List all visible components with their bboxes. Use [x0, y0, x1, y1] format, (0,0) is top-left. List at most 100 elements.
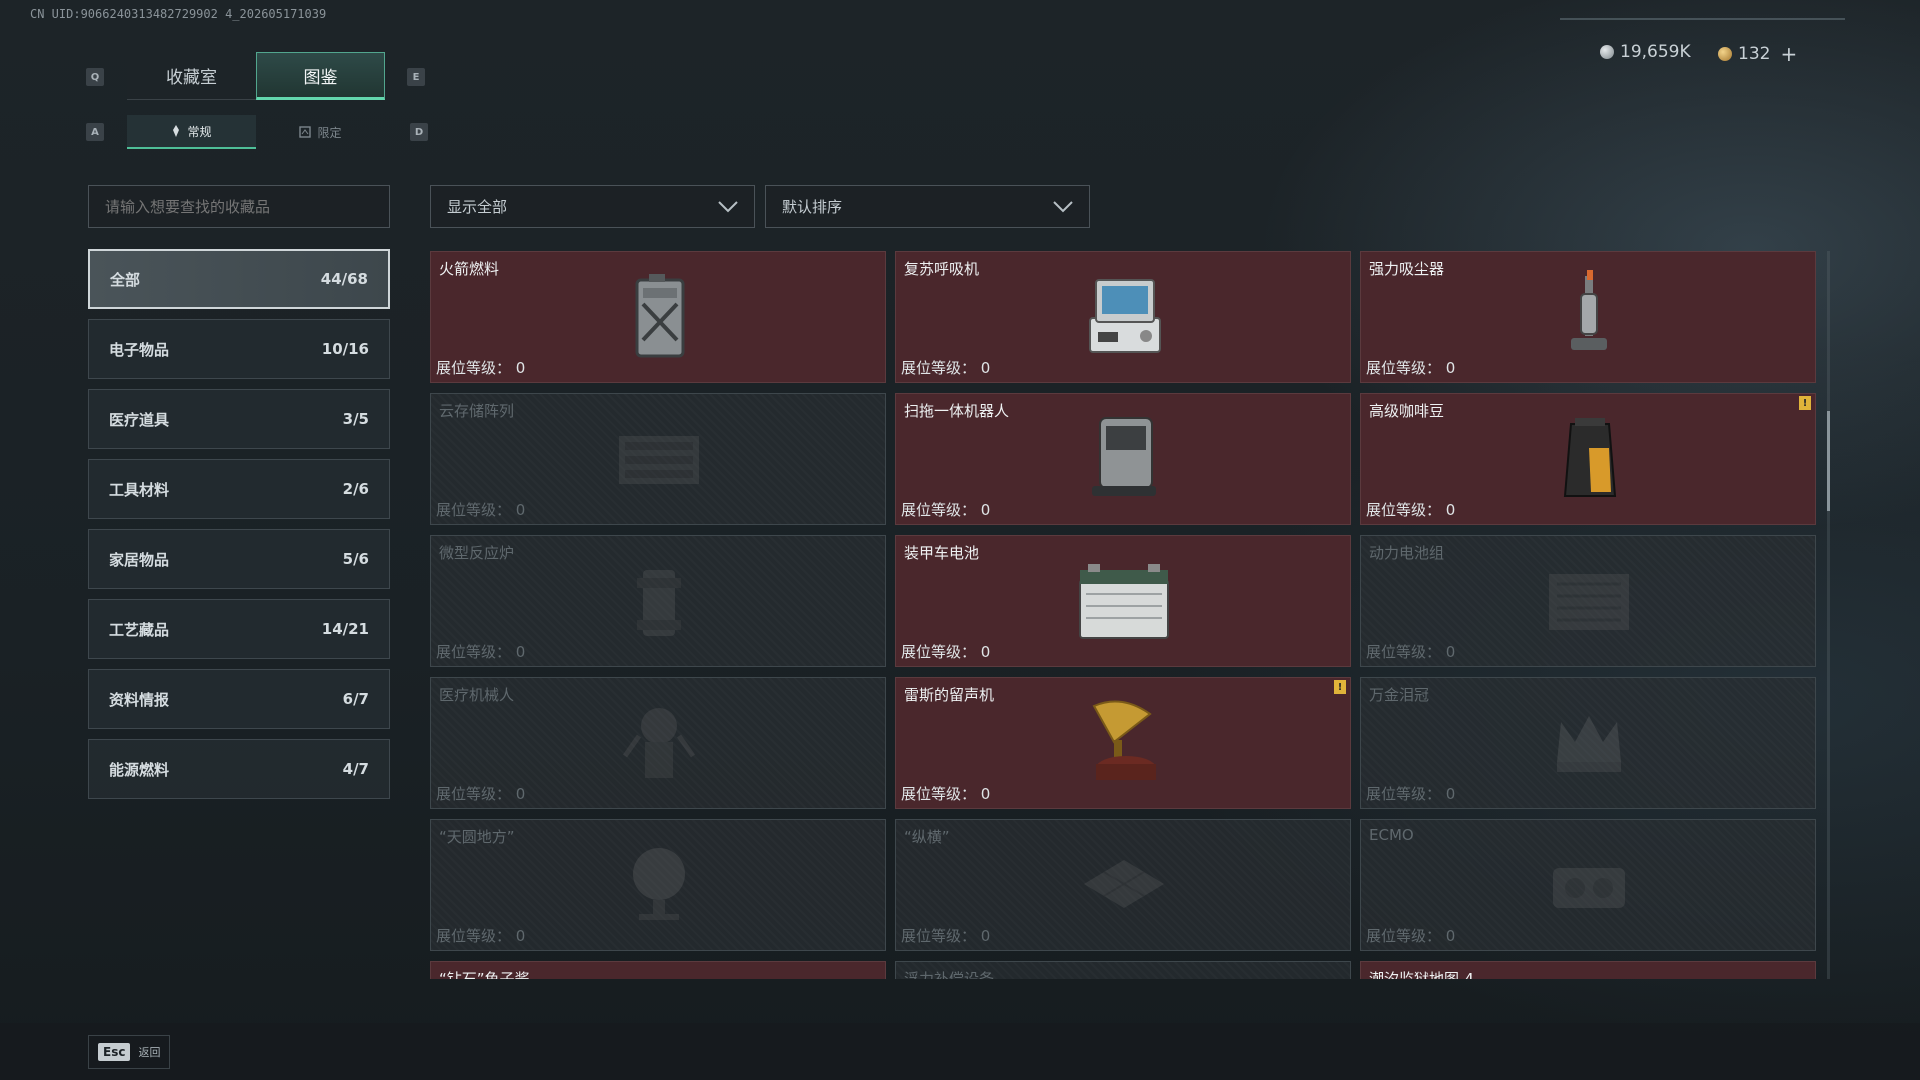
- category-household[interactable]: 家居物品 5/6: [88, 529, 390, 589]
- silver-coin-icon: [1600, 45, 1614, 59]
- sort-dropdown[interactable]: 默认排序: [765, 185, 1090, 228]
- top-divider: [1560, 18, 1845, 20]
- filter-show-dropdown[interactable]: 显示全部: [430, 185, 755, 228]
- item-card[interactable]: 浮力补偿设备: [895, 961, 1351, 979]
- item-grid: 火箭燃料 展位等级： 0 复苏呼吸机 展位等级： 0 强力吸尘器 展位等级： 0 云存储阵列…: [430, 251, 1818, 979]
- gramophone-icon: [1092, 700, 1156, 780]
- grid-scrollbar[interactable]: [1827, 251, 1830, 979]
- item-card[interactable]: 医疗机械人展位等级： 0: [430, 677, 886, 809]
- item-card[interactable]: 云存储阵列 展位等级： 0: [430, 393, 886, 525]
- bottom-bar: [0, 1023, 1920, 1080]
- main-tabs: 收藏室 图鉴: [127, 52, 385, 100]
- chevron-down-icon: [718, 200, 738, 212]
- item-name: “钻石”鱼子酱: [439, 970, 530, 979]
- ecmo-icon: [1553, 868, 1625, 908]
- scrollbar-thumb[interactable]: [1827, 411, 1830, 511]
- category-count: 4/7: [342, 760, 369, 778]
- item-card[interactable]: “纵横” 展位等级： 0: [895, 819, 1351, 951]
- battery-icon: [1079, 564, 1169, 639]
- category-label: 家居物品: [109, 550, 170, 569]
- item-card[interactable]: 火箭燃料 展位等级： 0: [430, 251, 886, 383]
- storage-array-icon: [619, 436, 699, 484]
- item-card[interactable]: 强力吸尘器 展位等级： 0: [1360, 251, 1816, 383]
- item-level: 展位等级： 0: [1366, 359, 1456, 377]
- back-button[interactable]: Esc 返回: [88, 1035, 170, 1069]
- item-name: 医疗机械人: [439, 686, 515, 704]
- tab-collection-room[interactable]: 收藏室: [127, 52, 256, 100]
- category-label: 医疗道具: [109, 410, 170, 429]
- tab-catalog[interactable]: 图鉴: [256, 52, 385, 100]
- item-level: 展位等级： 0: [901, 927, 991, 945]
- item-level: 展位等级： 0: [436, 785, 526, 803]
- item-name: “天圆地方”: [439, 828, 515, 846]
- category-count: 5/6: [342, 550, 369, 568]
- category-count: 3/5: [342, 410, 369, 428]
- item-card[interactable]: 潮汐监狱地图-4: [1360, 961, 1816, 979]
- key-hint-a: A: [86, 123, 104, 141]
- item-card[interactable]: 复苏呼吸机展位等级： 0: [895, 251, 1351, 383]
- item-name: 浮力补偿设备: [904, 970, 995, 979]
- item-level: 展位等级： 0: [436, 359, 526, 377]
- category-label: 能源燃料: [109, 760, 170, 779]
- category-intel[interactable]: 资料情报 6/7: [88, 669, 390, 729]
- category-energy[interactable]: 能源燃料 4/7: [88, 739, 390, 799]
- item-card[interactable]: 雷斯的留声机 展位等级： 0!: [895, 677, 1351, 809]
- board-icon: [1084, 860, 1164, 908]
- category-label: 全部: [110, 270, 141, 289]
- category-crafts[interactable]: 工艺藏品 14/21: [88, 599, 390, 659]
- warning-icon: !: [1799, 396, 1811, 410]
- category-label: 电子物品: [109, 340, 170, 359]
- sub-tabs: 常规 限定: [127, 115, 385, 149]
- bcd-icon: [1074, 976, 1174, 979]
- item-name: 扫拖一体机器人: [904, 402, 1010, 420]
- item-card[interactable]: 万金泪冠 展位等级： 0: [1360, 677, 1816, 809]
- subtab-limited[interactable]: 限定: [256, 115, 385, 149]
- globe-icon: [633, 848, 685, 920]
- add-gold-button[interactable]: +: [1780, 42, 1797, 66]
- medical-robot-icon: [622, 708, 696, 778]
- silver-currency: 19,659K: [1600, 42, 1691, 62]
- item-name: 万金泪冠: [1369, 686, 1430, 704]
- item-name: 微型反应炉: [439, 544, 515, 562]
- item-name: 复苏呼吸机: [904, 260, 980, 278]
- subtab-regular[interactable]: 常规: [127, 115, 256, 149]
- item-level: 展位等级： 0: [1366, 927, 1456, 945]
- item-card[interactable]: ECMO 展位等级： 0: [1360, 819, 1816, 951]
- category-label: 资料情报: [109, 690, 170, 709]
- item-card[interactable]: 高级咖啡豆 展位等级： 0!: [1360, 393, 1816, 525]
- item-card[interactable]: 装甲车电池 展位等级： 0: [895, 535, 1351, 667]
- esc-key: Esc: [98, 1043, 131, 1061]
- item-level: 展位等级： 0: [901, 359, 991, 377]
- key-hint-q: Q: [86, 68, 104, 86]
- item-card[interactable]: 微型反应炉展位等级： 0: [430, 535, 886, 667]
- item-level: 展位等级： 0: [436, 501, 526, 519]
- category-medical[interactable]: 医疗道具 3/5: [88, 389, 390, 449]
- gold-coin-icon: [1718, 47, 1732, 61]
- back-label: 返回: [138, 1046, 161, 1059]
- category-all[interactable]: 全部 44/68: [88, 249, 390, 309]
- item-name: 雷斯的留声机: [904, 686, 995, 704]
- crown-icon: [1557, 716, 1621, 772]
- fuel-can-icon: [635, 274, 685, 358]
- item-level: 展位等级： 0: [436, 643, 526, 661]
- robot-mop-icon: [1092, 417, 1156, 496]
- category-count: 14/21: [321, 620, 369, 638]
- item-card[interactable]: 扫拖一体机器人 展位等级： 0: [895, 393, 1351, 525]
- gold-currency: 132 +: [1718, 42, 1797, 66]
- category-electronics[interactable]: 电子物品 10/16: [88, 319, 390, 379]
- item-name: 潮汐监狱地图-4: [1369, 970, 1474, 979]
- warning-icon: !: [1334, 680, 1346, 694]
- category-count: 44/68: [320, 270, 368, 288]
- search-input[interactable]: [88, 185, 390, 228]
- item-card[interactable]: “钻石”鱼子酱: [430, 961, 886, 979]
- category-tools[interactable]: 工具材料 2/6: [88, 459, 390, 519]
- item-level: 展位等级： 0: [1366, 643, 1456, 661]
- subtab-limited-label: 限定: [317, 125, 342, 140]
- battery-pack-icon: [1549, 574, 1629, 630]
- category-count: 2/6: [342, 480, 369, 498]
- item-card[interactable]: “天圆地方” 展位等级： 0: [430, 819, 886, 951]
- item-card[interactable]: 动力电池组 展位等级： 0: [1360, 535, 1816, 667]
- chevron-down-icon: [1053, 200, 1073, 212]
- item-level: 展位等级： 0: [436, 927, 526, 945]
- category-count: 10/16: [321, 340, 369, 358]
